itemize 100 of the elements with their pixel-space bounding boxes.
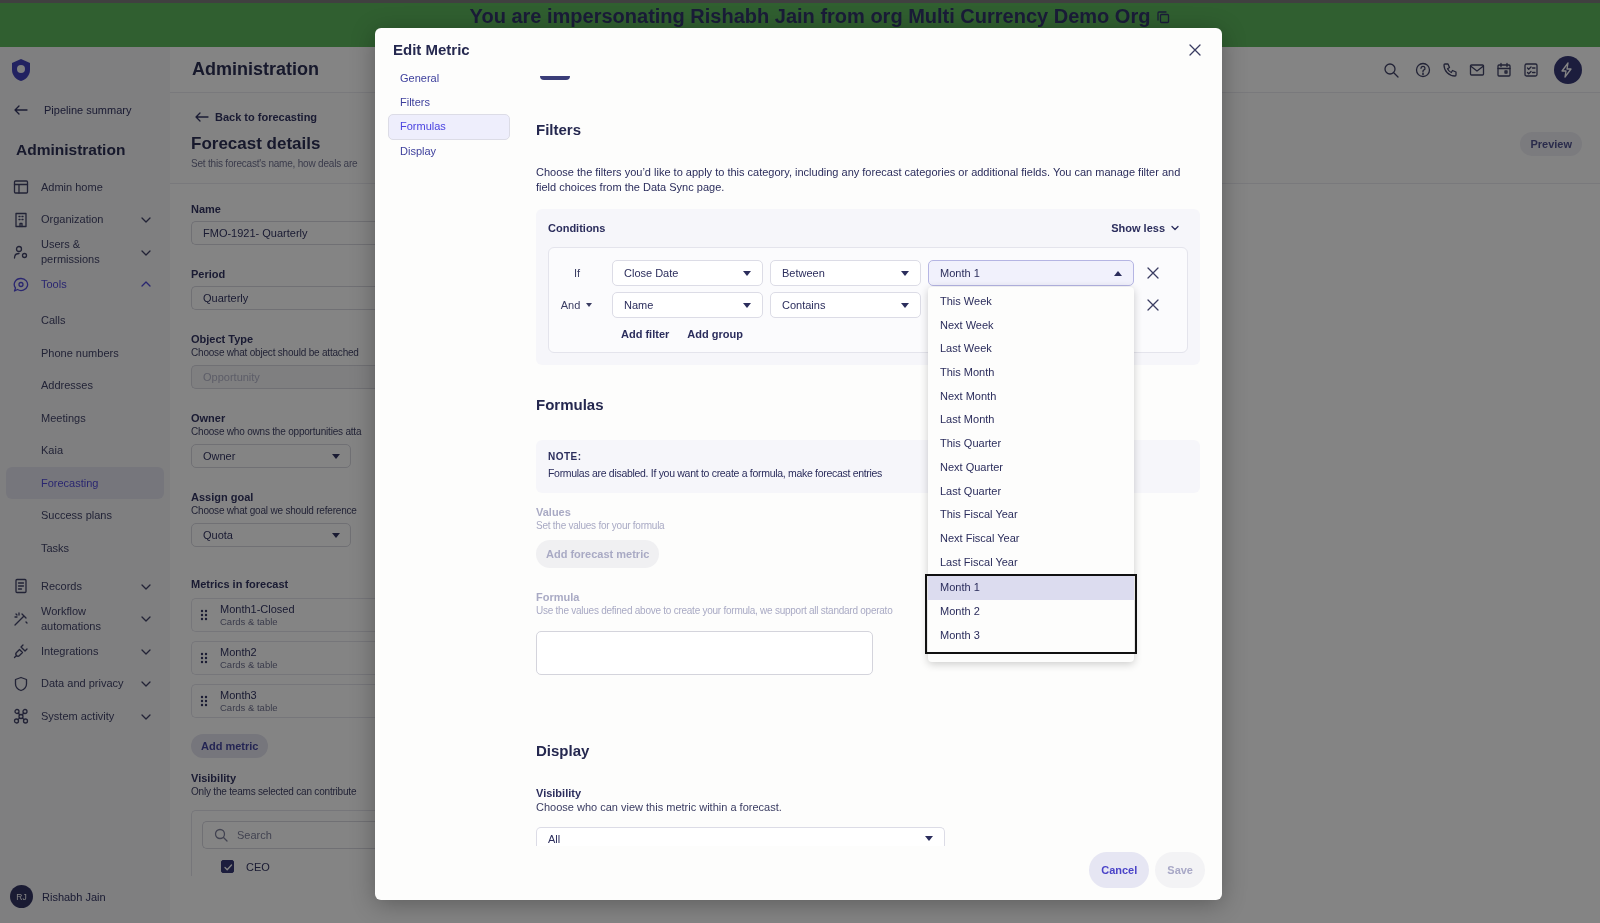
note-title: NOTE: bbox=[548, 450, 583, 464]
caret-down-icon bbox=[900, 269, 910, 277]
dropdown-option[interactable]: Month 3 bbox=[928, 623, 1134, 648]
field-label: Object Type bbox=[191, 332, 254, 346]
user-avatar[interactable]: RJ bbox=[10, 885, 33, 908]
text-field[interactable]: FMO-1921- Quarterly bbox=[191, 221, 375, 245]
field-select[interactable]: Name bbox=[612, 292, 763, 318]
dropdown-option[interactable]: This Week bbox=[928, 290, 1134, 314]
section-tab[interactable]: General bbox=[388, 67, 510, 91]
sidebar-heading: Administration bbox=[16, 140, 127, 160]
copy-icon[interactable] bbox=[1156, 10, 1171, 24]
nav-subitem[interactable]: Kaia bbox=[6, 434, 164, 467]
page-heading: Forecast details bbox=[191, 133, 322, 155]
connector-label: If bbox=[572, 267, 582, 279]
checklist-icon[interactable] bbox=[1523, 61, 1539, 78]
nav-item[interactable]: Admin home bbox=[6, 171, 164, 204]
field-label: Assign goal bbox=[191, 490, 254, 504]
dropdown-option[interactable]: Last Fiscal Year bbox=[928, 550, 1134, 575]
text-field[interactable]: Quarterly bbox=[191, 286, 375, 310]
nav-item[interactable]: Data and privacy bbox=[6, 667, 164, 700]
select-field[interactable]: Quota bbox=[191, 523, 351, 547]
modal-title: Edit Metric bbox=[393, 41, 470, 59]
add-group-button[interactable]: Add group bbox=[678, 324, 752, 344]
caret-down-icon bbox=[585, 302, 594, 308]
nav-subitem[interactable]: Meetings bbox=[6, 401, 164, 434]
nav-subitem[interactable]: Success plans bbox=[6, 499, 164, 532]
dropdown-option[interactable]: Last Quarter bbox=[928, 479, 1134, 504]
preview-button[interactable]: Preview bbox=[1520, 132, 1582, 156]
dialog-button[interactable]: Cancel bbox=[1089, 852, 1150, 888]
nav-item[interactable]: Organization bbox=[6, 203, 164, 236]
search-icon bbox=[214, 828, 228, 842]
back-link[interactable]: Back to forecasting bbox=[195, 109, 375, 125]
nav-item[interactable]: Users & permissions bbox=[6, 236, 164, 269]
dropdown-option[interactable]: Next Week bbox=[928, 313, 1134, 338]
field-label: Period bbox=[191, 267, 226, 281]
value-select[interactable]: Month 1 bbox=[928, 260, 1134, 286]
select-field[interactable]: Owner bbox=[191, 444, 351, 468]
formula-input[interactable] bbox=[536, 631, 873, 675]
dropdown-option[interactable]: Next Month bbox=[928, 384, 1134, 409]
dropdown-option[interactable]: Last Month bbox=[928, 408, 1134, 433]
connector-select[interactable]: And bbox=[549, 299, 605, 311]
metric-name: Month2 bbox=[220, 645, 258, 659]
calendar-icon[interactable] bbox=[1496, 61, 1512, 78]
nav-item[interactable]: Integrations bbox=[6, 635, 164, 668]
close-icon bbox=[1188, 43, 1202, 57]
section-tab[interactable]: Display bbox=[388, 140, 510, 164]
dropdown-option[interactable]: Last Week bbox=[928, 337, 1134, 362]
quick-action-button[interactable] bbox=[1554, 55, 1582, 84]
field-hint: Set the values for your formula bbox=[536, 519, 665, 533]
nav-item[interactable]: Workflow automations bbox=[6, 602, 164, 635]
visibility-select[interactable]: All bbox=[536, 827, 945, 846]
nav-item[interactable]: Records bbox=[6, 570, 164, 603]
remove-button[interactable] bbox=[1147, 299, 1159, 311]
dropdown-option[interactable]: This Month bbox=[928, 361, 1134, 385]
drag-handle-icon[interactable] bbox=[200, 609, 208, 621]
field-hint: Choose who can view this metric within a forecast. bbox=[536, 800, 782, 814]
section-tab[interactable]: Filters bbox=[388, 90, 510, 114]
phone-icon[interactable] bbox=[1442, 61, 1458, 78]
nav-item[interactable]: System activity bbox=[6, 700, 164, 733]
wand-icon bbox=[13, 610, 29, 627]
caret-down-icon bbox=[742, 301, 752, 309]
remove-button[interactable] bbox=[1147, 267, 1159, 279]
field-hint: Use the values defined above to create your formula, we support all standard operato bbox=[536, 604, 893, 618]
dropdown-option[interactable]: This Fiscal Year bbox=[928, 503, 1134, 527]
section-heading: Display bbox=[536, 741, 590, 761]
mail-icon[interactable] bbox=[1469, 61, 1485, 78]
help-icon[interactable] bbox=[1415, 61, 1431, 78]
dropdown-option[interactable]: Month 1 bbox=[928, 576, 1134, 600]
caret-down-icon bbox=[924, 835, 934, 842]
field-description: Choose what object should be attached bbox=[191, 346, 359, 360]
operator-select[interactable]: Between bbox=[770, 260, 921, 286]
drag-handle-icon[interactable] bbox=[200, 652, 208, 664]
nav-subitem[interactable]: Calls bbox=[6, 304, 164, 337]
document-icon bbox=[13, 578, 29, 595]
back-link[interactable]: Pipeline summary bbox=[14, 102, 164, 118]
nav-subitem[interactable]: Tasks bbox=[6, 531, 164, 564]
nav-item[interactable]: Tools bbox=[6, 268, 164, 301]
search-icon[interactable] bbox=[1383, 61, 1399, 78]
dropdown-option[interactable]: Next Quarter bbox=[928, 455, 1134, 480]
nav-subitem[interactable]: Phone numbers bbox=[6, 336, 164, 369]
close-button[interactable] bbox=[1188, 43, 1202, 57]
back-arrow-icon bbox=[14, 105, 28, 115]
add-filter-button[interactable]: Add filter bbox=[612, 324, 679, 344]
add-metric-button[interactable]: Add metric bbox=[191, 734, 269, 758]
banner-text: You are impersonating Rishabh Jain from org Multi Currency Demo Org bbox=[469, 5, 1151, 27]
operator-select[interactable]: Contains bbox=[770, 292, 921, 318]
nav-subitem[interactable]: Forecasting bbox=[6, 466, 164, 499]
drag-handle-icon[interactable] bbox=[200, 695, 208, 707]
dropdown-option[interactable]: This Quarter bbox=[928, 432, 1134, 456]
field-select[interactable]: Close Date bbox=[612, 260, 763, 286]
dropdown-option[interactable]: Month 2 bbox=[928, 599, 1134, 624]
checkbox[interactable] bbox=[221, 860, 234, 873]
shield-icon bbox=[13, 675, 29, 692]
metric-name: Month3 bbox=[220, 688, 258, 702]
show-less-button[interactable]: Show less bbox=[1111, 222, 1188, 234]
section-description: Choose the filters you’d like to apply to this category, including any forecast categories or additional fields. You can manage filter and field choices from the Data Sync page. bbox=[536, 165, 1182, 195]
logo-icon[interactable] bbox=[10, 58, 32, 82]
section-tab[interactable]: Formulas bbox=[388, 114, 510, 140]
nav-subitem[interactable]: Addresses bbox=[6, 369, 164, 402]
dropdown-option[interactable]: Next Fiscal Year bbox=[928, 526, 1134, 551]
